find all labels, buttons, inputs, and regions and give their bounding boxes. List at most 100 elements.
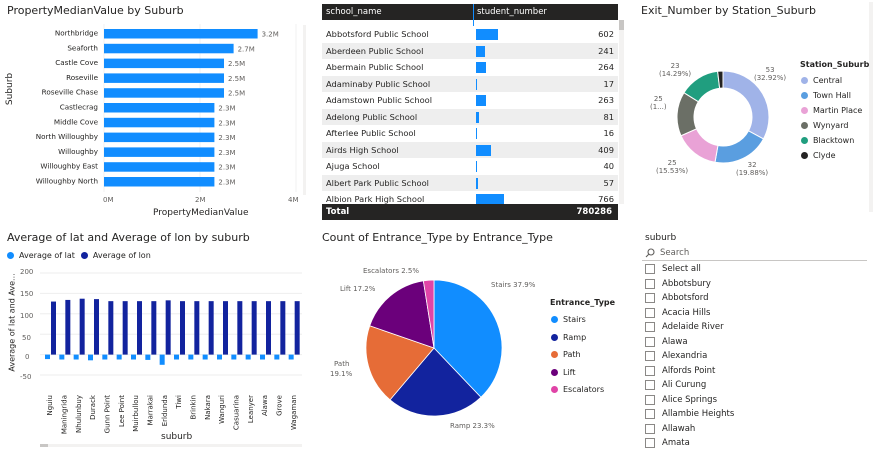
slicer-item[interactable]: Adelaide River xyxy=(645,320,734,335)
property-bar[interactable] xyxy=(104,103,215,113)
lon-bar[interactable] xyxy=(108,301,114,355)
table-scrollbar-thumb[interactable] xyxy=(619,20,624,30)
pie-legend-item[interactable]: Ramp xyxy=(551,329,604,347)
lat-bar[interactable] xyxy=(217,354,222,360)
table-row[interactable]: Adamstown Public School 263 xyxy=(322,92,618,109)
donut-legend-item[interactable]: Blacktown xyxy=(801,133,862,148)
checkbox[interactable] xyxy=(645,307,655,318)
legend-lat-label[interactable]: Average of lat xyxy=(19,251,75,260)
slicer-item[interactable]: Amata xyxy=(645,436,734,451)
checkbox[interactable] xyxy=(645,336,655,347)
latlon-column-chart[interactable]: Nguiu Maningrida Nhulunbuy Durack Gunn Point… xyxy=(0,265,312,450)
table-row[interactable]: Airds High School 409 xyxy=(322,141,618,158)
pie-legend-item[interactable]: Stairs xyxy=(551,311,604,329)
checkbox[interactable] xyxy=(645,380,655,391)
property-bar[interactable] xyxy=(104,117,215,128)
property-scrollbar[interactable] xyxy=(303,25,306,195)
donut-legend-item[interactable]: Wynyard xyxy=(801,118,862,133)
property-bar[interactable] xyxy=(104,132,215,143)
lat-bar[interactable] xyxy=(145,354,151,360)
lat-bar[interactable] xyxy=(73,354,79,360)
lat-bar[interactable] xyxy=(116,354,122,360)
slicer-item[interactable]: Ali Curung xyxy=(645,378,734,393)
lat-bar[interactable] xyxy=(45,354,50,360)
checkbox[interactable] xyxy=(645,423,655,434)
donut-slice[interactable] xyxy=(714,130,765,164)
table-row[interactable]: Albion Park High School 766 xyxy=(322,191,618,204)
lon-bar[interactable] xyxy=(251,301,257,355)
lat-bar[interactable] xyxy=(202,354,208,360)
lat-bar[interactable] xyxy=(88,354,93,361)
slicer-search-input[interactable]: Search xyxy=(660,248,689,258)
slicer-item[interactable]: Alawa xyxy=(645,335,734,350)
lat-bar[interactable] xyxy=(102,354,108,360)
table-row[interactable]: Afterlee Public School 16 xyxy=(322,125,618,142)
checkbox[interactable] xyxy=(645,365,655,376)
lat-bar[interactable] xyxy=(131,354,136,360)
slicer-item[interactable]: Allawah xyxy=(645,422,734,437)
checkbox[interactable] xyxy=(645,394,655,405)
lon-bar[interactable] xyxy=(237,301,243,355)
table-row[interactable]: Aberdeen Public School 241 xyxy=(322,42,618,59)
latlon-hscrollbar-thumb[interactable] xyxy=(40,444,48,447)
lon-bar[interactable] xyxy=(151,301,157,355)
lon-bar[interactable] xyxy=(94,299,99,355)
slicer-search-box[interactable]: Search xyxy=(642,246,867,261)
table-header-students[interactable]: student_number xyxy=(477,7,547,17)
table-row[interactable]: Abermain Public School 264 xyxy=(322,59,618,76)
lat-bar[interactable] xyxy=(260,354,265,360)
pie-legend-item[interactable]: Escalators xyxy=(551,381,604,399)
lat-bar[interactable] xyxy=(174,354,179,360)
slicer-item[interactable]: Acacia Hills xyxy=(645,306,734,321)
property-bar[interactable] xyxy=(104,88,224,98)
lat-bar[interactable] xyxy=(288,354,294,360)
lat-bar[interactable] xyxy=(159,354,165,365)
slicer-item[interactable]: Select all xyxy=(645,262,734,277)
lon-bar[interactable] xyxy=(194,301,200,355)
slicer-item[interactable]: Alexandria xyxy=(645,349,734,364)
property-bar[interactable] xyxy=(104,162,215,172)
property-bar[interactable] xyxy=(104,147,215,157)
property-bar[interactable] xyxy=(104,29,258,39)
table-row[interactable]: Abbotsford Public School 602 xyxy=(322,26,618,43)
donut-legend-item[interactable]: Martin Place xyxy=(801,103,862,118)
lat-bar[interactable] xyxy=(188,354,194,360)
slicer-item[interactable]: Abbotsbury xyxy=(645,277,734,292)
table-row[interactable]: Albert Park Public School 57 xyxy=(322,174,618,191)
latlon-hscrollbar[interactable] xyxy=(40,444,302,447)
table-scrollbar[interactable] xyxy=(619,20,624,204)
lon-bar[interactable] xyxy=(122,301,128,355)
pie-legend-item[interactable]: Path xyxy=(551,346,604,364)
lon-bar[interactable] xyxy=(165,300,171,355)
donut-legend-item[interactable]: Clyde xyxy=(801,148,862,163)
lon-bar[interactable] xyxy=(223,301,228,355)
slicer-item[interactable]: Alfords Point xyxy=(645,364,734,379)
lon-bar[interactable] xyxy=(51,301,56,355)
lon-bar[interactable] xyxy=(294,301,300,355)
slicer-item[interactable]: Abbotsford xyxy=(645,291,734,306)
lon-bar[interactable] xyxy=(208,301,214,355)
table-header-school[interactable]: school_name xyxy=(326,7,382,17)
lat-bar[interactable] xyxy=(274,354,280,360)
checkbox[interactable] xyxy=(645,409,655,420)
checkbox[interactable] xyxy=(645,293,655,304)
lon-bar[interactable] xyxy=(266,301,271,355)
legend-lon-label[interactable]: Average of lon xyxy=(93,251,151,260)
lon-bar[interactable] xyxy=(280,301,286,355)
property-bar[interactable] xyxy=(104,58,224,69)
donut-legend-item[interactable]: Central xyxy=(801,73,862,88)
checkbox[interactable] xyxy=(645,278,655,289)
checkbox[interactable] xyxy=(645,438,655,449)
lat-bar[interactable] xyxy=(231,354,237,360)
donut-scrollbar[interactable] xyxy=(869,2,873,212)
lon-bar[interactable] xyxy=(137,301,142,355)
pie-legend-item[interactable]: Lift xyxy=(551,364,604,382)
table-row[interactable]: Adaminaby Public School 17 xyxy=(322,75,618,92)
checkbox[interactable] xyxy=(645,322,655,333)
lon-bar[interactable] xyxy=(65,299,71,355)
property-bar[interactable] xyxy=(104,43,234,54)
table-row[interactable]: Adelong Public School 81 xyxy=(322,108,618,125)
slicer-item[interactable]: Alice Springs xyxy=(645,393,734,408)
property-bar-chart[interactable]: Northbridge 3.2M Seaforth 2.7M Castle Cove 2.… xyxy=(0,22,312,222)
property-bar[interactable] xyxy=(104,73,224,83)
